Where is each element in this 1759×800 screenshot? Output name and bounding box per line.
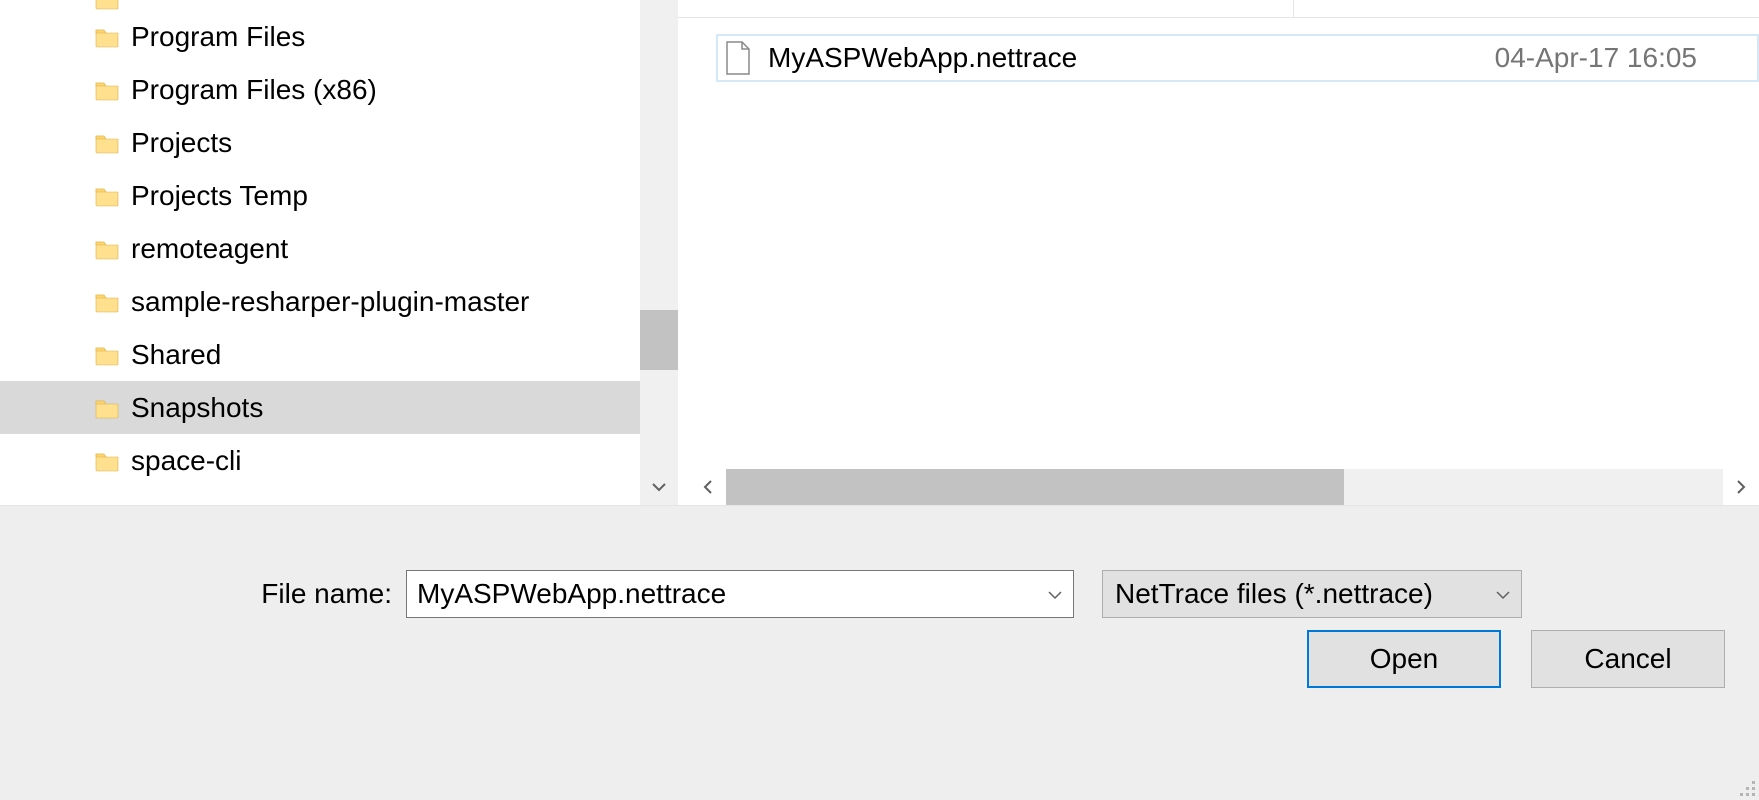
file-list-header[interactable] (678, 0, 1759, 18)
tree-item-label: space-cli (131, 445, 241, 477)
tree-scrollbar-thumb[interactable] (640, 310, 678, 370)
folder-icon (95, 238, 119, 260)
file-type-filter[interactable]: NetTrace files (*.nettrace) (1102, 570, 1522, 618)
folder-icon (95, 132, 119, 154)
cancel-button-label: Cancel (1584, 643, 1671, 675)
tree-item[interactable]: sample-resharper-plugin-master (0, 275, 640, 328)
h-scroll-thumb[interactable] (726, 469, 1344, 505)
cancel-button[interactable]: Cancel (1531, 630, 1725, 688)
tree-item-label: Projects (131, 127, 232, 159)
tree-item-label: Projects Temp (131, 180, 308, 212)
tree-item[interactable] (0, 0, 640, 10)
tree-scrollbar[interactable] (640, 0, 678, 505)
tree-item[interactable]: remoteagent (0, 222, 640, 275)
tree-item-label: Program Files (x86) (131, 74, 377, 106)
folder-tree[interactable]: Program Files Program Files (x86) Projects… (0, 0, 640, 505)
tree-item-selected[interactable]: Snapshots (0, 381, 640, 434)
file-name-row: File name: MyASPWebApp.nettrace NetTrace… (0, 568, 1759, 620)
folder-icon (95, 397, 119, 419)
folder-icon (95, 79, 119, 101)
tree-item-label: Snapshots (131, 392, 263, 424)
dialog-footer: File name: MyASPWebApp.nettrace NetTrace… (0, 505, 1759, 800)
folder-tree-panel: Program Files Program Files (x86) Projects… (0, 0, 678, 505)
tree-scroll-down-button[interactable] (640, 469, 678, 505)
h-scroll-track[interactable] (726, 469, 1723, 505)
file-browser-top: Program Files Program Files (x86) Projects… (0, 0, 1759, 505)
tree-item-label: remoteagent (131, 233, 288, 265)
open-button-label: Open (1370, 643, 1439, 675)
file-name-label: File name: (0, 578, 406, 610)
tree-item[interactable]: Projects (0, 116, 640, 169)
folder-icon (95, 291, 119, 313)
file-name-input[interactable]: MyASPWebApp.nettrace (406, 570, 1074, 618)
folder-icon (95, 450, 119, 472)
file-list-h-scrollbar[interactable] (690, 469, 1759, 505)
file-row[interactable]: MyASPWebApp.nettrace 04-Apr-17 16:05 (716, 34, 1759, 82)
tree-item-label: sample-resharper-plugin-master (131, 286, 529, 318)
h-scroll-left-button[interactable] (690, 469, 726, 505)
tree-item-label: Program Files (131, 21, 305, 53)
tree-item[interactable]: Program Files (0, 10, 640, 63)
file-name-cell: MyASPWebApp.nettrace (768, 42, 1495, 74)
chevron-down-icon[interactable] (1495, 578, 1511, 610)
file-icon (724, 41, 752, 75)
folder-icon (95, 185, 119, 207)
folder-icon (95, 0, 119, 10)
tree-item[interactable]: Program Files (x86) (0, 63, 640, 116)
tree-item[interactable]: space-cli (0, 434, 640, 487)
resize-grip[interactable] (1737, 778, 1755, 796)
tree-item[interactable]: Projects Temp (0, 169, 640, 222)
tree-item-label: Shared (131, 339, 221, 371)
file-type-filter-value: NetTrace files (*.nettrace) (1115, 578, 1433, 610)
h-scroll-right-button[interactable] (1723, 469, 1759, 505)
folder-icon (95, 344, 119, 366)
file-date-cell: 04-Apr-17 16:05 (1495, 42, 1757, 74)
column-separator[interactable] (1293, 0, 1294, 17)
chevron-down-icon[interactable] (1047, 578, 1063, 610)
tree-item[interactable]: Shared (0, 328, 640, 381)
file-name-value: MyASPWebApp.nettrace (417, 578, 726, 610)
folder-icon (95, 26, 119, 48)
dialog-buttons: Open Cancel (1307, 630, 1725, 688)
file-list-panel: MyASPWebApp.nettrace 04-Apr-17 16:05 (678, 0, 1759, 505)
open-button[interactable]: Open (1307, 630, 1501, 688)
